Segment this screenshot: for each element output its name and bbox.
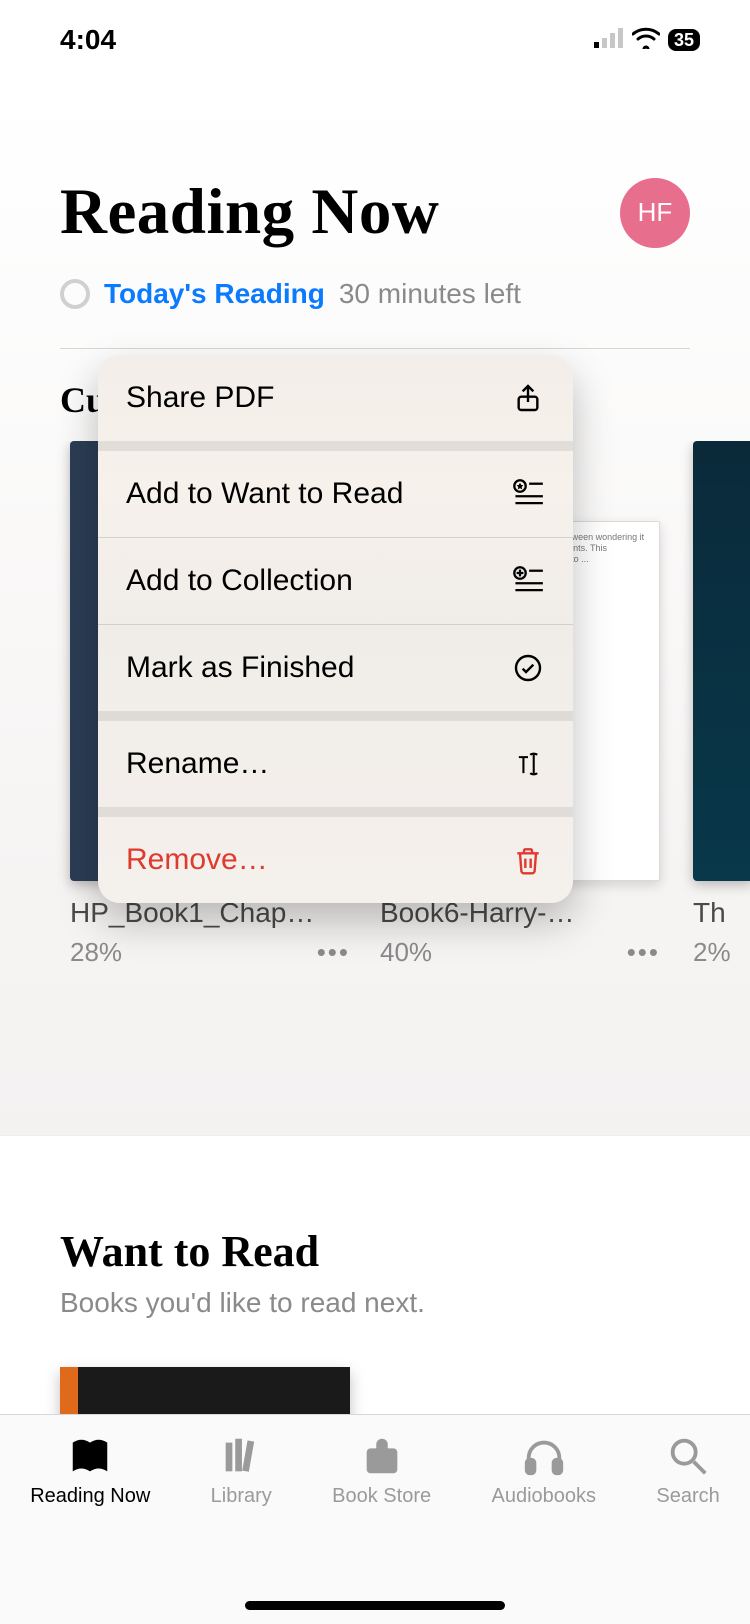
tab-label: Search: [656, 1485, 719, 1508]
search-icon: [665, 1433, 711, 1479]
menu-rename[interactable]: Rename…: [98, 711, 573, 807]
menu-label: Share PDF: [126, 381, 274, 415]
status-time: 4:04: [60, 24, 116, 56]
book-title: Th: [693, 897, 750, 929]
menu-add-collection[interactable]: Add to Collection: [98, 537, 573, 624]
book-item[interactable]: Th 2%: [693, 441, 750, 968]
tab-label: Book Store: [332, 1485, 431, 1508]
menu-add-want-to-read[interactable]: Add to Want to Read: [98, 441, 573, 537]
tab-library[interactable]: Library: [211, 1433, 272, 1624]
bag-icon: [359, 1433, 405, 1479]
page-title: Reading Now: [60, 175, 439, 250]
home-indicator[interactable]: [245, 1601, 505, 1610]
tab-label: Audiobooks: [491, 1485, 596, 1508]
status-indicators: 35: [594, 27, 700, 54]
menu-label: Add to Collection: [126, 564, 353, 598]
goal-remaining: 30 minutes left: [339, 278, 521, 310]
menu-remove[interactable]: Remove…: [98, 807, 573, 903]
book-progress: 2%: [693, 937, 731, 968]
tab-reading-now[interactable]: Reading Now: [30, 1433, 150, 1624]
book-progress: 28%: [70, 937, 122, 968]
trash-icon: [511, 843, 545, 877]
headphones-icon: [521, 1433, 567, 1479]
menu-share-pdf[interactable]: Share PDF: [98, 355, 573, 441]
goal-progress-circle: [60, 279, 90, 309]
book-more-button[interactable]: •••: [627, 937, 660, 968]
plus-list-icon: [511, 564, 545, 598]
tab-search[interactable]: Search: [656, 1433, 719, 1624]
book-spine: [60, 1367, 78, 1414]
book-cover[interactable]: [693, 441, 750, 881]
battery-icon: 35: [668, 29, 700, 51]
tab-label: Library: [211, 1485, 272, 1508]
menu-label: Remove…: [126, 843, 268, 877]
status-bar: 4:04 35: [0, 0, 750, 80]
goal-link[interactable]: Today's Reading: [104, 278, 325, 310]
book-open-icon: [67, 1433, 113, 1479]
book-context-menu: Share PDF Add to Want to Read Add to Col…: [98, 355, 573, 903]
menu-mark-finished[interactable]: Mark as Finished: [98, 624, 573, 711]
tab-label: Reading Now: [30, 1485, 150, 1508]
want-book-cover[interactable]: THE ART OF WAR: [60, 1367, 350, 1414]
reading-goal-row[interactable]: Today's Reading 30 minutes left: [60, 278, 690, 310]
star-list-icon: [511, 477, 545, 511]
want-title: Want to Read: [60, 1226, 690, 1277]
tab-book-store[interactable]: Book Store: [332, 1433, 431, 1624]
check-circle-icon: [511, 651, 545, 685]
wifi-icon: [632, 27, 660, 54]
want-to-read-section: Want to Read Books you'd like to read ne…: [0, 1135, 750, 1414]
tab-bar: Reading Now Library Book Store Audiobook…: [0, 1414, 750, 1624]
book-more-button[interactable]: •••: [317, 937, 350, 968]
want-subtitle: Books you'd like to read next.: [60, 1287, 690, 1319]
library-icon: [218, 1433, 264, 1479]
menu-label: Add to Want to Read: [126, 477, 403, 511]
share-icon: [511, 381, 545, 415]
text-cursor-icon: [511, 747, 545, 781]
account-avatar[interactable]: HF: [620, 178, 690, 248]
cellular-icon: [594, 28, 624, 53]
book-progress: 40%: [380, 937, 432, 968]
menu-label: Mark as Finished: [126, 651, 354, 685]
menu-label: Rename…: [126, 747, 269, 781]
tab-audiobooks[interactable]: Audiobooks: [491, 1433, 596, 1624]
